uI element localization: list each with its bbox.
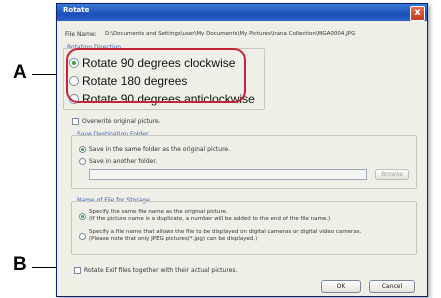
same-file-name-line1[interactable]: Specify the same file name as the origin…	[89, 209, 228, 215]
save-same-folder-label[interactable]: Save in the same folder as the original …	[89, 146, 230, 153]
file-name-label: File Name:	[65, 31, 97, 38]
dialog-title: Rotate	[63, 6, 90, 14]
title-bar[interactable]: Rotate x	[57, 4, 427, 21]
ok-label: OK	[336, 283, 346, 290]
annotation-b: B	[13, 254, 27, 275]
browse-button[interactable]: Browse	[375, 169, 409, 180]
file-path: D:\Documents and Settings\user\My Docume…	[105, 31, 356, 37]
camera-file-name-line1[interactable]: Specify a file name that allows the file…	[89, 229, 361, 235]
same-file-name-radio[interactable]	[79, 213, 86, 220]
overwrite-checkbox[interactable]	[72, 118, 79, 125]
browse-label: Browse	[381, 171, 403, 178]
camera-file-name-radio[interactable]	[79, 233, 86, 240]
cancel-label: Cancel	[381, 283, 403, 290]
annotation-a: A	[13, 62, 27, 83]
camera-file-name-line2: (Please note that only JPEG pictures(*.j…	[89, 236, 258, 242]
close-button[interactable]: x	[410, 6, 425, 21]
ok-button[interactable]: OK	[321, 280, 361, 293]
overwrite-label[interactable]: Overwrite original picture.	[82, 118, 161, 125]
same-file-name-line2: (If the picture name is a duplicate, a n…	[89, 216, 331, 222]
close-icon: x	[414, 7, 421, 18]
rotate-exif-checkbox[interactable]	[74, 267, 81, 274]
destination-folder-field[interactable]	[89, 169, 367, 180]
save-another-folder-radio[interactable]	[79, 158, 86, 165]
rotation-options-highlight	[66, 48, 246, 103]
save-same-folder-radio[interactable]	[79, 146, 86, 153]
cancel-button[interactable]: Cancel	[369, 280, 415, 293]
save-another-folder-label[interactable]: Save in another folder.	[89, 158, 157, 165]
rotate-exif-label[interactable]: Rotate Exif files together with their ac…	[84, 267, 237, 274]
